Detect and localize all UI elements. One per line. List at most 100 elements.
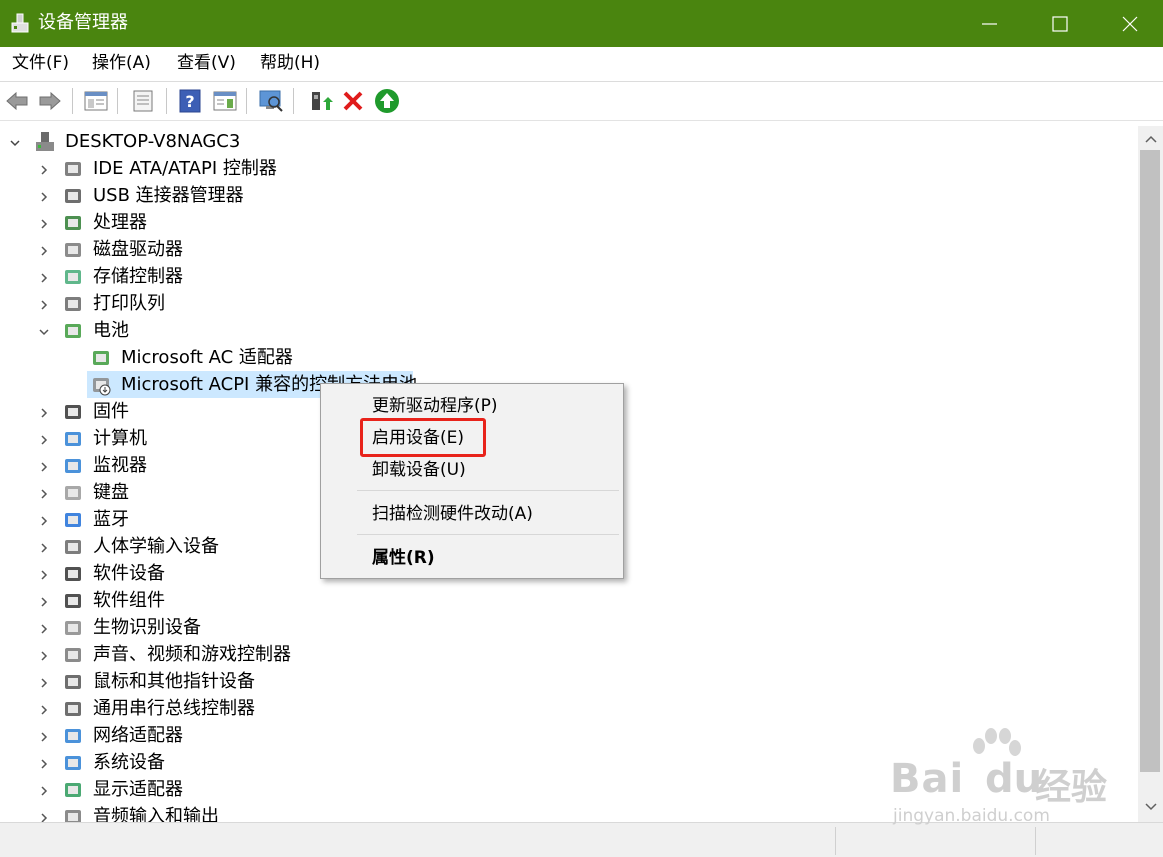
toolbar-separator: [293, 88, 294, 114]
tree-category-item[interactable]: 系统设备: [0, 750, 600, 777]
tree-device-item[interactable]: Microsoft AC 适配器: [0, 345, 600, 372]
tree-category-item[interactable]: USB 连接器管理器: [0, 183, 600, 210]
menu-item-properties[interactable]: 属性(R): [372, 547, 435, 569]
keyboard-icon: [65, 486, 81, 500]
status-divider: [835, 827, 836, 855]
tree-category-item[interactable]: 生物识别设备: [0, 615, 600, 642]
battery-icon: [65, 324, 81, 338]
tree-category-item[interactable]: 通用串行总线控制器: [0, 696, 600, 723]
tree-item-label: 计算机: [93, 428, 147, 449]
scroll-up-icon[interactable]: [1145, 134, 1157, 144]
tree-category-item[interactable]: IDE ATA/ATAPI 控制器: [0, 156, 600, 183]
audio-io-icon: [65, 810, 81, 822]
chevron-right-icon[interactable]: [38, 434, 50, 446]
chevron-right-icon[interactable]: [38, 299, 50, 311]
tree-category-item[interactable]: 打印队列: [0, 291, 600, 318]
tree-category-item[interactable]: 鼠标和其他指针设备: [0, 669, 600, 696]
scroll-down-icon[interactable]: [1145, 802, 1157, 812]
title-bar: 设备管理器: [0, 0, 1163, 47]
tree-item-label: 监视器: [93, 455, 147, 476]
monitor-icon: [65, 459, 81, 473]
tree-item-label: 电池: [93, 320, 129, 341]
chevron-right-icon[interactable]: [38, 731, 50, 743]
menu-file[interactable]: 文件(F): [12, 52, 69, 74]
annotation-highlight-box: [360, 418, 486, 457]
tree-category-item[interactable]: 存储控制器: [0, 264, 600, 291]
action-pane-icon[interactable]: [212, 88, 238, 114]
usb-icon: [65, 189, 81, 203]
toolbar-separator: [246, 88, 247, 114]
back-arrow-icon[interactable]: [4, 88, 30, 114]
software-component-icon: [65, 594, 81, 608]
show-hide-console-tree-icon[interactable]: [83, 88, 109, 114]
vertical-scrollbar[interactable]: [1138, 126, 1163, 822]
storage-controller-icon: [65, 270, 81, 284]
menu-action[interactable]: 操作(A): [92, 52, 151, 74]
chevron-right-icon[interactable]: [38, 650, 50, 662]
tree-category-item[interactable]: 声音、视频和游戏控制器: [0, 642, 600, 669]
chevron-right-icon[interactable]: [38, 758, 50, 770]
chevron-right-icon[interactable]: [38, 812, 50, 822]
chevron-right-icon[interactable]: [38, 515, 50, 527]
tree-category-item[interactable]: 显示适配器: [0, 777, 600, 804]
chevron-down-icon[interactable]: [9, 137, 21, 149]
system-device-icon: [65, 756, 81, 770]
battery-icon: [93, 351, 109, 365]
tree-item-label: 显示适配器: [93, 779, 183, 800]
scan-hardware-monitor-icon[interactable]: [258, 88, 284, 114]
chevron-right-icon[interactable]: [38, 218, 50, 230]
chevron-right-icon[interactable]: [38, 407, 50, 419]
close-button[interactable]: [1095, 0, 1163, 47]
minimize-button[interactable]: [955, 0, 1025, 47]
tree-category-item[interactable]: 电池: [0, 318, 600, 345]
display-adapter-icon: [65, 783, 81, 797]
tree-category-item[interactable]: 音频输入和输出: [0, 804, 600, 822]
tree-item-label: Microsoft AC 适配器: [121, 347, 293, 368]
disk-drive-icon: [65, 243, 81, 257]
window-title: 设备管理器: [38, 12, 128, 33]
chevron-down-icon[interactable]: [38, 326, 50, 338]
speaker-icon: [65, 648, 81, 662]
usb-controller-icon: [65, 702, 81, 716]
device-manager-icon: [11, 13, 29, 33]
chevron-right-icon[interactable]: [38, 272, 50, 284]
tree-category-item[interactable]: 处理器: [0, 210, 600, 237]
maximize-button[interactable]: [1025, 0, 1095, 47]
menu-view[interactable]: 查看(V): [177, 52, 236, 74]
menu-item-scan-hardware[interactable]: 扫描检测硬件改动(A): [372, 503, 533, 525]
tree-category-item[interactable]: 网络适配器: [0, 723, 600, 750]
menu-item-update-driver[interactable]: 更新驱动程序(P): [372, 395, 498, 417]
chevron-right-icon[interactable]: [38, 704, 50, 716]
menu-item-uninstall-device[interactable]: 卸载设备(U): [372, 459, 466, 481]
tree-category-item[interactable]: 磁盘驱动器: [0, 237, 600, 264]
tree-category-item[interactable]: 软件组件: [0, 588, 600, 615]
uninstall-device-icon[interactable]: [340, 88, 366, 114]
chevron-right-icon[interactable]: [38, 623, 50, 635]
chevron-right-icon[interactable]: [38, 677, 50, 689]
enable-device-icon[interactable]: [374, 88, 400, 114]
chevron-right-icon[interactable]: [38, 542, 50, 554]
chevron-right-icon[interactable]: [38, 461, 50, 473]
chevron-right-icon[interactable]: [38, 785, 50, 797]
toolbar-separator: [166, 88, 167, 114]
menu-help[interactable]: 帮助(H): [260, 52, 320, 74]
mouse-icon: [65, 675, 81, 689]
context-menu: 更新驱动程序(P) 启用设备(E) 卸载设备(U) 扫描检测硬件改动(A) 属性…: [320, 383, 624, 579]
toolbar-separator: [117, 88, 118, 114]
update-driver-icon[interactable]: [307, 88, 333, 114]
firmware-icon: [65, 405, 81, 419]
chevron-right-icon[interactable]: [38, 596, 50, 608]
chevron-right-icon[interactable]: [38, 164, 50, 176]
properties-sheet-icon[interactable]: [130, 88, 156, 114]
forward-arrow-icon[interactable]: [37, 88, 63, 114]
tree-root[interactable]: DESKTOP-V8NAGC3: [0, 129, 600, 156]
help-icon[interactable]: ?: [177, 88, 203, 114]
tree-item-label: 人体学输入设备: [93, 536, 219, 557]
scrollbar-thumb[interactable]: [1140, 150, 1160, 772]
chevron-right-icon[interactable]: [38, 245, 50, 257]
chevron-right-icon[interactable]: [38, 191, 50, 203]
chevron-right-icon[interactable]: [38, 569, 50, 581]
chevron-right-icon[interactable]: [38, 488, 50, 500]
tree-item-label: 磁盘驱动器: [93, 239, 183, 260]
tree-item-label: 鼠标和其他指针设备: [93, 671, 255, 692]
